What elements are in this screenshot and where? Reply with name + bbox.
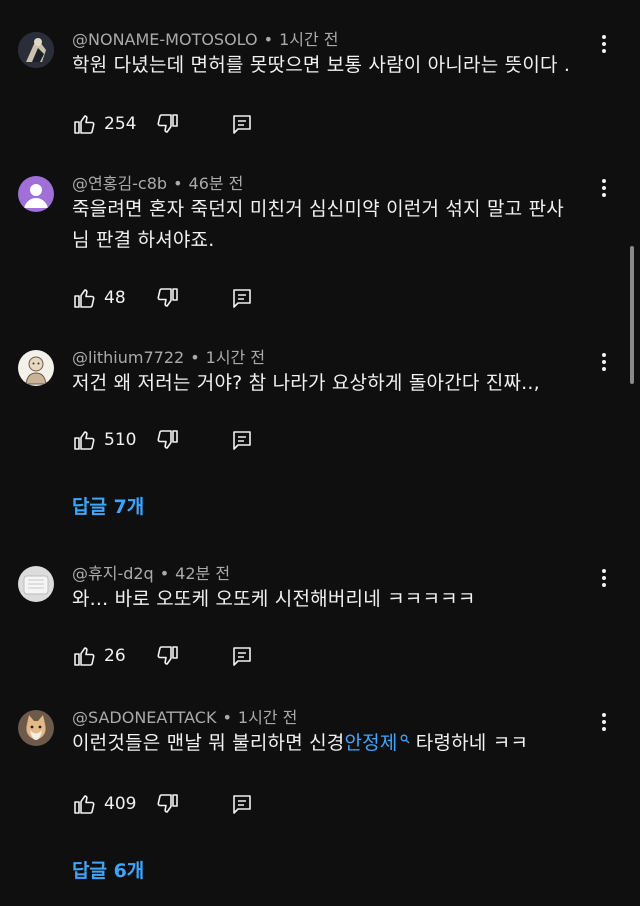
comment-text: 이런것들은 맨날 뭐 불리하면 신경안정제 타령하네 ㅋㅋ xyxy=(72,728,592,759)
thumbs-down-icon xyxy=(157,288,178,307)
comment-time: 1시간 전 xyxy=(205,348,266,367)
like-button[interactable]: 254 xyxy=(72,112,136,136)
comment-reply-icon xyxy=(233,795,251,814)
like-button[interactable]: 26 xyxy=(72,644,126,668)
dislike-button[interactable] xyxy=(156,112,180,136)
cartoon-avatar-icon xyxy=(18,350,54,386)
thumbs-down-icon xyxy=(157,646,178,665)
comment-author[interactable]: @SADONEATTACK xyxy=(72,708,216,727)
comment-reply-icon xyxy=(233,647,251,666)
dislike-button[interactable] xyxy=(156,428,180,452)
thumbs-up-icon xyxy=(74,431,95,450)
comment-time: 1시간 전 xyxy=(279,30,339,49)
scrollbar[interactable] xyxy=(630,246,634,384)
more-options-button[interactable] xyxy=(594,30,614,58)
comment-meta: @SADONEATTACK • 1시간 전 xyxy=(72,708,298,727)
comment-text-segment: 타령하네 ㅋㅋ xyxy=(409,732,529,754)
reply-button[interactable] xyxy=(230,644,254,668)
comment-line: 님 판결 하셔야죠. xyxy=(72,229,215,251)
comment-author[interactable]: @NONAME-MOTOSOLO xyxy=(72,30,258,49)
comment-line: 죽을려면 혼자 죽던지 미친거 심신미약 이런거 섞지 말고 판사 xyxy=(72,198,564,220)
search-icon[interactable] xyxy=(400,734,410,744)
comment-author[interactable]: @연홍김-c8b xyxy=(72,174,167,193)
like-button[interactable]: 409 xyxy=(72,792,136,816)
comment-line: 학원 다녔는데 면허를 못땃으면 보통 사람이 아니라는 뜻이다 . xyxy=(72,54,571,76)
comment-line: 와... 바로 오또케 오또케 시전해버리네 ㅋㅋㅋㅋㅋ xyxy=(72,588,476,610)
avatar[interactable] xyxy=(18,710,54,746)
comment-time: 42분 전 xyxy=(175,564,231,583)
more-options-button[interactable] xyxy=(594,708,614,736)
comment-text: 저건 왜 저러는 거야? 참 나라가 요상하게 돌아간다 진짜.., xyxy=(72,368,592,399)
avatar[interactable] xyxy=(18,32,54,68)
comment-meta: @NONAME-MOTOSOLO • 1시간 전 xyxy=(72,30,339,49)
default-person-avatar-icon xyxy=(18,176,54,212)
thumbs-down-icon xyxy=(157,794,178,813)
avatar[interactable] xyxy=(18,350,54,386)
thumbs-up-icon xyxy=(74,647,95,666)
avatar[interactable] xyxy=(18,566,54,602)
comment-meta: @연홍김-c8b • 46분 전 xyxy=(72,174,244,193)
thumbs-up-icon xyxy=(74,115,95,134)
comment-time: 1시간 전 xyxy=(237,708,298,727)
more-options-button[interactable] xyxy=(594,348,614,376)
reply-button[interactable] xyxy=(230,792,254,816)
white-object-avatar-icon xyxy=(18,566,54,602)
reply-button[interactable] xyxy=(230,112,254,136)
comment-reply-icon xyxy=(233,289,251,308)
thumbs-down-icon xyxy=(157,430,178,449)
comment-time: 46분 전 xyxy=(188,174,244,193)
dislike-button[interactable] xyxy=(156,792,180,816)
like-count: 510 xyxy=(104,430,137,450)
comment-text: 와... 바로 오또케 오또케 시전해버리네 ㅋㅋㅋㅋㅋ xyxy=(72,584,592,615)
comment-text: 죽을려면 혼자 죽던지 미친거 심신미약 이런거 섞지 말고 판사 님 판결 하… xyxy=(72,194,592,256)
more-options-button[interactable] xyxy=(594,564,614,592)
comment-line: 이런것들은 맨날 뭐 불리하면 신경안정제 타령하네 ㅋㅋ xyxy=(72,728,592,759)
comment-meta: @휴지-d2q • 42분 전 xyxy=(72,564,231,583)
like-count: 254 xyxy=(104,114,137,134)
like-count: 48 xyxy=(104,288,126,308)
comment-meta: @lithium7722 • 1시간 전 xyxy=(72,348,266,367)
comment-author[interactable]: @휴지-d2q xyxy=(72,564,154,583)
view-replies-button[interactable]: 답글 7개 xyxy=(72,492,144,519)
comment-reply-icon xyxy=(233,115,251,134)
comment-author[interactable]: @lithium7722 xyxy=(72,348,184,367)
dark-figure-avatar-icon xyxy=(18,32,54,68)
like-count: 409 xyxy=(104,794,137,814)
thumbs-up-icon xyxy=(74,795,95,814)
comment-text-segment: 이런것들은 맨날 뭐 불리하면 신경 xyxy=(72,732,345,754)
thumbs-down-icon xyxy=(157,114,178,133)
search-link[interactable]: 안정제 xyxy=(344,732,397,754)
dislike-button[interactable] xyxy=(156,644,180,668)
avatar[interactable] xyxy=(18,176,54,212)
view-replies-button[interactable]: 답글 6개 xyxy=(72,856,144,883)
more-options-button[interactable] xyxy=(594,174,614,202)
comment-text: 학원 다녔는데 면허를 못땃으면 보통 사람이 아니라는 뜻이다 . xyxy=(72,50,592,81)
reply-button[interactable] xyxy=(230,428,254,452)
like-button[interactable]: 510 xyxy=(72,428,136,452)
thumbs-up-icon xyxy=(74,289,95,308)
comment-line: 저건 왜 저러는 거야? 참 나라가 요상하게 돌아간다 진짜.., xyxy=(72,372,540,394)
like-button[interactable]: 48 xyxy=(72,286,126,310)
reply-button[interactable] xyxy=(230,286,254,310)
like-count: 26 xyxy=(104,646,126,666)
dislike-button[interactable] xyxy=(156,286,180,310)
comment-reply-icon xyxy=(233,431,251,450)
cat-avatar-icon xyxy=(18,710,54,746)
